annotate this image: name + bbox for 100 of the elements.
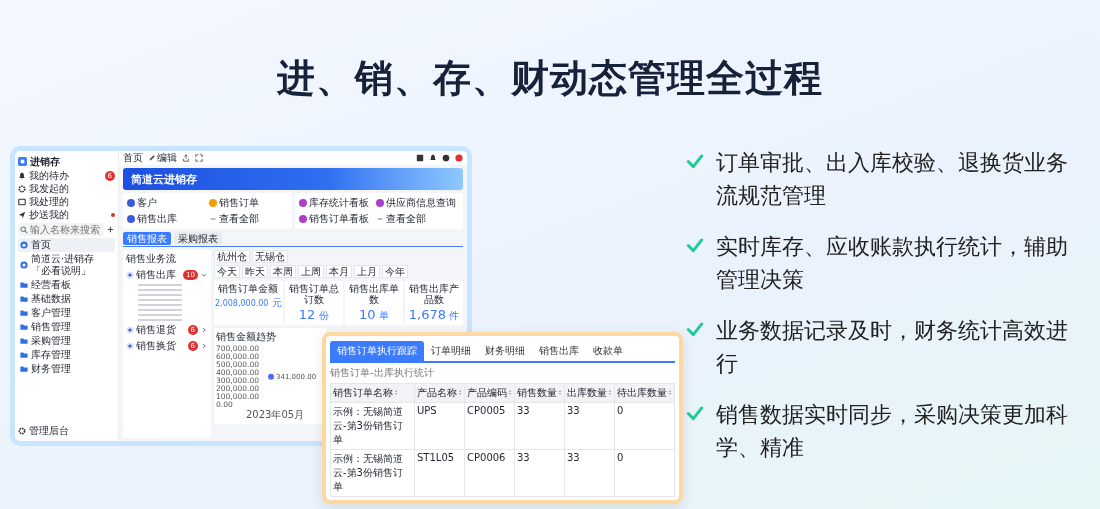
app-name: 进销存 bbox=[30, 154, 60, 169]
home-link[interactable]: 首页 bbox=[123, 151, 143, 165]
nav-item[interactable]: 采购管理 bbox=[18, 334, 115, 348]
stat-value: 12 份 bbox=[298, 307, 329, 323]
check-icon bbox=[686, 404, 704, 422]
period-filter[interactable]: 昨天 bbox=[242, 265, 268, 278]
detail-tab[interactable]: 财务明细 bbox=[478, 341, 532, 361]
nav-item[interactable]: 客户管理 bbox=[18, 306, 115, 320]
page-title: 进、销、存、财动态管理全过程 bbox=[275, 55, 824, 102]
column-header[interactable]: 待出库数量 bbox=[614, 383, 675, 403]
table-cell: 33 bbox=[564, 449, 615, 497]
dash-icon bbox=[375, 215, 384, 223]
column-header[interactable]: 产品名称 bbox=[414, 383, 465, 403]
gear-icon bbox=[18, 427, 26, 435]
check-icon bbox=[686, 320, 704, 338]
shortcut-link[interactable]: 销售订单看板 bbox=[298, 212, 372, 226]
column-header[interactable]: 销售订单名称 bbox=[330, 383, 415, 403]
feature-text: 实时库存、应收账款执行统计，辅助管理决策 bbox=[716, 233, 1069, 294]
chart-title: 销售金额趋势 bbox=[216, 330, 277, 344]
report-tab[interactable]: 采购报表 bbox=[174, 232, 222, 245]
nav-item[interactable]: 首页 bbox=[18, 238, 115, 252]
shortcut-link[interactable]: 查看全部 bbox=[375, 212, 459, 226]
home-icon bbox=[20, 241, 28, 249]
avatar-icon[interactable] bbox=[455, 154, 463, 162]
detail-tab[interactable]: 销售订单执行跟踪 bbox=[330, 341, 424, 361]
tray-icon bbox=[18, 197, 26, 206]
nav-item[interactable]: 经营看板 bbox=[18, 278, 115, 292]
check-icon bbox=[686, 236, 704, 254]
stat-label: 销售订单总订数 bbox=[287, 283, 340, 305]
table-cell: 0 bbox=[614, 449, 675, 497]
table-cell: ST1L05 bbox=[414, 449, 465, 497]
warehouse-filter[interactable]: 杭州仓 bbox=[214, 250, 250, 263]
expand-icon[interactable] bbox=[195, 154, 203, 162]
stat-label: 销售出库单数 bbox=[347, 283, 400, 305]
nav-item[interactable]: 库存管理 bbox=[18, 348, 115, 362]
nav-item[interactable]: 销售管理 bbox=[18, 320, 115, 334]
gear-icon bbox=[18, 184, 26, 193]
period-filter[interactable]: 本月 bbox=[326, 265, 352, 278]
table-cell: 33 bbox=[564, 402, 615, 450]
send-icon bbox=[18, 210, 26, 219]
column-header[interactable]: 出库数量 bbox=[564, 383, 615, 403]
bell-icon bbox=[18, 171, 26, 180]
shortcut-link[interactable]: 查看全部 bbox=[209, 212, 288, 226]
table-cell: CP0005 bbox=[464, 402, 515, 450]
period-filter[interactable]: 今年 bbox=[382, 265, 408, 278]
feature-text: 订单审批、出入库校验、退换货业务流规范管理 bbox=[716, 149, 1069, 210]
period-filter[interactable]: 上月 bbox=[354, 265, 380, 278]
stat-value: 1,678 件 bbox=[408, 307, 460, 323]
shortcut-link[interactable]: 销售出库 bbox=[127, 212, 206, 226]
panel-title: 销售业务流 bbox=[126, 252, 177, 266]
shortcut-link[interactable]: 客户 bbox=[127, 196, 206, 210]
search-field[interactable]: 输入名称来搜索 bbox=[18, 223, 104, 236]
step-icon bbox=[126, 271, 134, 279]
bell-icon[interactable] bbox=[429, 154, 437, 162]
todo-item[interactable]: 抄送我的 bbox=[18, 208, 115, 221]
table-cell: 0 bbox=[614, 402, 675, 450]
data-point bbox=[268, 373, 274, 380]
column-header[interactable]: 产品编码 bbox=[464, 383, 515, 403]
detail-tab[interactable]: 收款单 bbox=[586, 341, 630, 361]
app-logo-icon bbox=[18, 157, 27, 166]
dash-icon bbox=[209, 215, 218, 223]
feature-text: 销售数据实时同步，采购决策更加科学、精准 bbox=[716, 401, 1069, 462]
table-cell: CP0006 bbox=[464, 449, 515, 497]
period-filter[interactable]: 本周 bbox=[270, 265, 296, 278]
table-cell: 示例：无锡简道云-第3份销售订单 bbox=[330, 449, 415, 497]
period-filter[interactable]: 今天 bbox=[214, 265, 240, 278]
axis-label: 2023年05月 bbox=[246, 409, 305, 421]
shortcut-link[interactable]: 销售订单 bbox=[209, 196, 288, 210]
nav-item[interactable]: 财务管理 bbox=[18, 362, 115, 376]
todo-item[interactable]: 我处理的 bbox=[18, 195, 115, 208]
check-icon bbox=[686, 152, 704, 170]
nav-item[interactable]: 基础数据 bbox=[18, 292, 115, 306]
share-icon[interactable] bbox=[182, 154, 190, 162]
document-icon bbox=[20, 261, 28, 269]
nav-item[interactable]: 简道云·进销存「必看说明」 bbox=[18, 252, 115, 278]
period-filter[interactable]: 上周 bbox=[298, 265, 324, 278]
feature-text: 业务数据记录及时，财务统计高效进行 bbox=[716, 317, 1069, 378]
stat-label: 销售订单金额 bbox=[218, 283, 279, 294]
banner-title: 简道云进销存 bbox=[131, 171, 197, 187]
search-icon bbox=[20, 225, 28, 234]
shortcut-link[interactable]: 库存统计看板 bbox=[298, 196, 372, 210]
column-header[interactable]: 销售数量 bbox=[514, 383, 565, 403]
todo-item[interactable]: 我发起的 bbox=[18, 182, 115, 195]
admin-link[interactable]: 管理后台 bbox=[18, 424, 115, 438]
stat-value: 10 单 bbox=[358, 307, 389, 323]
stat-value: 2,008,000.00 元 bbox=[215, 296, 282, 310]
detail-tab[interactable]: 订单明细 bbox=[424, 341, 478, 361]
table-caption: 销售订单-出库执行统计 bbox=[330, 366, 435, 380]
shortcut-link[interactable]: 供应商信息查询 bbox=[375, 196, 459, 210]
table-cell: 33 bbox=[514, 449, 565, 497]
detail-tab[interactable]: 销售出库 bbox=[532, 341, 586, 361]
add-icon[interactable] bbox=[106, 225, 115, 234]
table-cell: 示例：无锡简道云-第3份销售订单 bbox=[330, 402, 415, 450]
pencil-icon bbox=[148, 154, 156, 162]
table-cell: 33 bbox=[514, 402, 565, 450]
report-tab[interactable]: 销售报表 bbox=[123, 232, 171, 245]
table-cell: UPS bbox=[414, 402, 465, 450]
edit-button[interactable]: 编辑 bbox=[148, 151, 177, 165]
stat-label: 销售出库产品数 bbox=[407, 283, 460, 305]
warehouse-filter[interactable]: 无锡仓 bbox=[252, 250, 288, 263]
